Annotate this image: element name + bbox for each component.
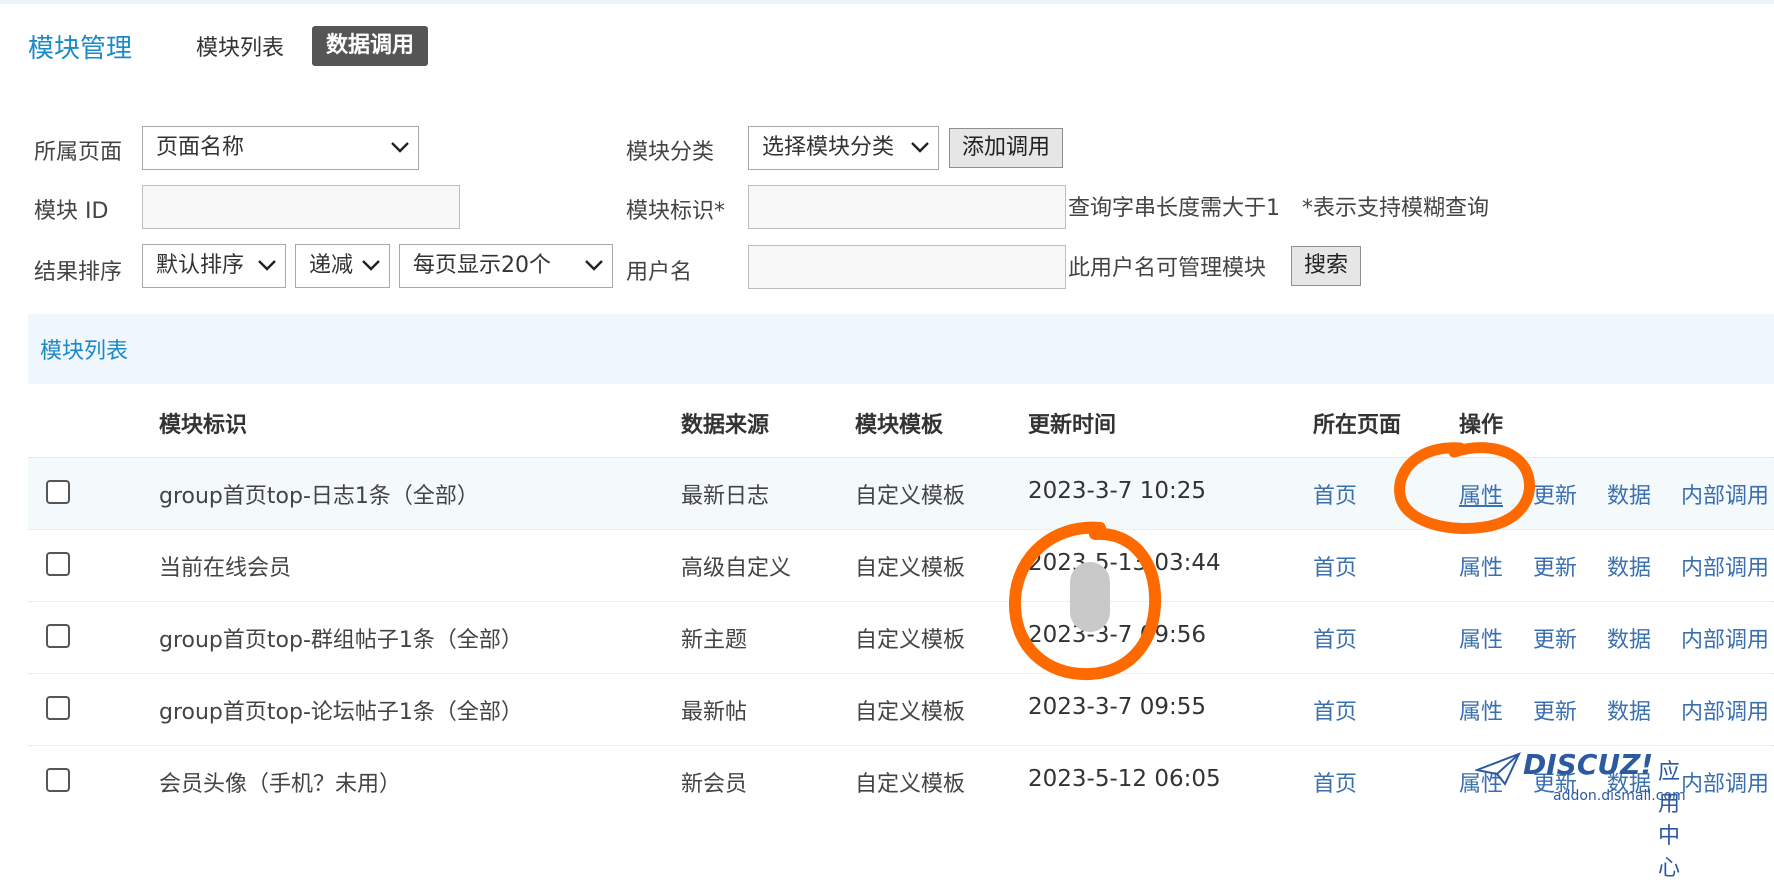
module-id-input[interactable] (142, 185, 460, 229)
table-row: group首页top-日志1条（全部） 最新日志 自定义模板 2023-3-7 … (28, 457, 1774, 529)
tab-module-list[interactable]: 模块列表 (196, 30, 284, 62)
row-page-link[interactable]: 首页 (1313, 694, 1357, 726)
sort-select[interactable]: 默认排序 (142, 244, 286, 288)
row-action-update[interactable]: 更新 (1533, 622, 1577, 654)
module-id-label: 模块 ID (34, 199, 109, 224)
row-action-internal-call[interactable]: 内部调用 (1681, 550, 1769, 582)
row-module-tag: group首页top-群组帖子1条（全部） (159, 628, 523, 653)
row-checkbox[interactable] (46, 696, 70, 720)
row-template: 自定义模板 (855, 700, 966, 725)
watermark-url: addon.dismall.com (1553, 788, 1686, 804)
col-actions: 操作 (1459, 413, 1504, 438)
list-header-bar (28, 314, 1774, 384)
col-page: 所在页面 (1313, 413, 1402, 438)
row-checkbox[interactable] (46, 624, 70, 648)
row-template: 自定义模板 (855, 628, 966, 653)
row-action-data[interactable]: 数据 (1607, 550, 1651, 582)
row-checkbox[interactable] (46, 552, 70, 576)
col-module-tag: 模块标识 (159, 413, 248, 438)
page-label: 所属页面 (34, 140, 123, 165)
row-action-internal-call[interactable]: 内部调用 (1681, 622, 1769, 654)
row-module-tag: group首页top-日志1条（全部） (159, 484, 479, 509)
chevron-down-icon (390, 127, 410, 169)
chevron-down-icon (910, 127, 930, 169)
sort-select-value: 默认排序 (156, 253, 245, 278)
row-template: 自定义模板 (855, 556, 966, 581)
row-action-data[interactable]: 数据 (1607, 478, 1651, 510)
col-data-source: 数据来源 (681, 413, 770, 438)
page-select-value: 页面名称 (156, 135, 245, 160)
sort-label: 结果排序 (34, 260, 123, 285)
watermark-sub: 应用中心 (1658, 760, 1681, 881)
table-row: group首页top-群组帖子1条（全部） 新主题 自定义模板 2023-3-7… (28, 601, 1774, 673)
chevron-down-icon (584, 245, 604, 287)
col-module-template: 模块模板 (855, 413, 944, 438)
top-border (0, 0, 1774, 4)
row-module-tag: 当前在线会员 (159, 556, 292, 581)
row-template: 自定义模板 (855, 772, 966, 797)
category-select-value: 选择模块分类 (762, 135, 895, 160)
row-module-tag: 会员头像（手机？未用） (159, 772, 402, 797)
table-row: 当前在线会员 高级自定义 自定义模板 2023-5-13 03:44 首页 属性… (28, 529, 1774, 601)
row-checkbox[interactable] (46, 480, 70, 504)
row-action-update[interactable]: 更新 (1533, 550, 1577, 582)
order-select-value: 递减 (309, 253, 354, 278)
category-label: 模块分类 (626, 140, 715, 165)
row-action-data[interactable]: 数据 (1607, 694, 1651, 726)
row-update-time: 2023-3-7 09:55 (1028, 694, 1206, 720)
query-hint: 查询字串长度需大于1 *表示支持模糊查询 (1068, 196, 1489, 221)
row-action-properties[interactable]: 属性 (1459, 694, 1503, 726)
watermark-brand: DISCUZ! (1523, 748, 1654, 781)
row-update-time: 2023-5-13 03:44 (1028, 550, 1221, 576)
paper-plane-icon (1475, 752, 1521, 786)
order-select[interactable]: 递减 (295, 244, 390, 288)
row-page-link[interactable]: 首页 (1313, 550, 1357, 582)
row-action-update[interactable]: 更新 (1533, 694, 1577, 726)
row-action-properties[interactable]: 属性 (1459, 478, 1503, 510)
per-page-select-value: 每页显示20个 (413, 253, 551, 278)
per-page-select[interactable]: 每页显示20个 (399, 244, 613, 288)
row-action-internal-call[interactable]: 内部调用 (1681, 766, 1769, 798)
row-data-source: 最新帖 (681, 700, 748, 725)
page-select[interactable]: 页面名称 (142, 126, 419, 170)
page-title: 模块管理 (28, 34, 133, 64)
username-input[interactable] (748, 245, 1066, 289)
list-title: 模块列表 (40, 339, 129, 364)
row-update-time: 2023-3-7 09:56 (1028, 622, 1206, 648)
row-action-properties[interactable]: 属性 (1459, 622, 1503, 654)
row-data-source: 高级自定义 (681, 556, 792, 581)
module-tag-label: 模块标识* (626, 199, 726, 224)
row-update-time: 2023-5-12 06:05 (1028, 766, 1221, 792)
scroll-thumb[interactable] (1070, 562, 1110, 632)
table-row: group首页top-论坛帖子1条（全部） 最新帖 自定义模板 2023-3-7… (28, 673, 1774, 745)
row-template: 自定义模板 (855, 484, 966, 509)
tab-data-call[interactable]: 数据调用 (312, 26, 429, 66)
row-data-source: 最新日志 (681, 484, 770, 509)
chevron-down-icon (257, 245, 277, 287)
module-tag-input[interactable] (748, 185, 1066, 229)
row-action-internal-call[interactable]: 内部调用 (1681, 694, 1769, 726)
search-button[interactable]: 搜索 (1291, 246, 1362, 286)
username-label: 用户名 (626, 260, 693, 285)
row-action-update[interactable]: 更新 (1533, 478, 1577, 510)
row-action-properties[interactable]: 属性 (1459, 550, 1503, 582)
row-update-time: 2023-3-7 10:25 (1028, 478, 1206, 504)
username-hint: 此用户名可管理模块 (1068, 256, 1267, 281)
row-data-source: 新主题 (681, 628, 748, 653)
row-data-source: 新会员 (681, 772, 748, 797)
row-action-data[interactable]: 数据 (1607, 622, 1651, 654)
add-call-button[interactable]: 添加调用 (949, 128, 1064, 168)
row-page-link[interactable]: 首页 (1313, 766, 1357, 798)
row-page-link[interactable]: 首页 (1313, 478, 1357, 510)
row-checkbox[interactable] (46, 768, 70, 792)
chevron-down-icon (361, 245, 381, 287)
category-select[interactable]: 选择模块分类 (748, 126, 939, 170)
row-page-link[interactable]: 首页 (1313, 622, 1357, 654)
col-update-time: 更新时间 (1028, 413, 1117, 438)
row-action-internal-call[interactable]: 内部调用 (1681, 478, 1769, 510)
row-module-tag: group首页top-论坛帖子1条（全部） (159, 700, 523, 725)
